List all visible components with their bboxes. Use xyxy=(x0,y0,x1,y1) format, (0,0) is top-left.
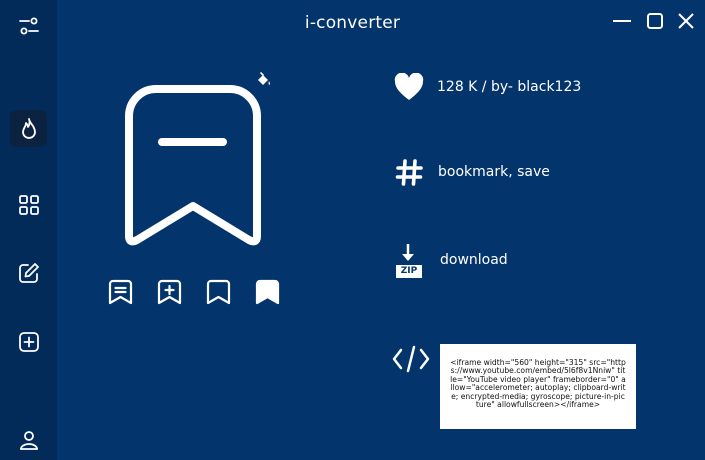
maximize-button[interactable] xyxy=(645,11,665,35)
close-icon xyxy=(678,13,694,29)
code-icon xyxy=(392,345,430,373)
zip-label: ZIP xyxy=(396,265,422,278)
bookmark-lines-icon[interactable] xyxy=(108,279,133,306)
user-icon xyxy=(19,430,38,450)
download-arrow-icon xyxy=(402,244,414,261)
bookmark-minus-icon xyxy=(125,85,261,246)
grid-icon xyxy=(18,194,39,215)
icon-variants xyxy=(108,279,304,306)
sidebar xyxy=(0,0,57,460)
sidebar-item-trending[interactable] xyxy=(10,110,47,147)
heart-icon xyxy=(394,73,424,100)
bookmark-filled-icon[interactable] xyxy=(255,279,280,306)
download-link[interactable]: download xyxy=(440,252,508,268)
sidebar-item-add[interactable] xyxy=(10,323,47,360)
minimize-button[interactable] xyxy=(612,11,632,35)
add-icon xyxy=(18,331,39,352)
sidebar-item-edit[interactable] xyxy=(10,254,47,291)
app-title: i-converter xyxy=(304,13,401,33)
maximize-icon xyxy=(647,13,663,29)
edit-icon xyxy=(18,262,39,283)
bookmark-outline-icon[interactable] xyxy=(206,279,231,306)
minimize-icon xyxy=(613,20,631,22)
tags-text: bookmark, save xyxy=(438,164,550,180)
sidebar-item-profile[interactable] xyxy=(10,421,47,458)
close-button[interactable] xyxy=(676,11,696,35)
fire-icon xyxy=(21,117,36,139)
hashtag-icon xyxy=(395,159,423,186)
bookmark-plus-icon[interactable] xyxy=(157,279,182,306)
likes-author-text: 128 K / by- black123 xyxy=(437,79,582,95)
sidebar-item-grid[interactable] xyxy=(10,186,47,223)
embed-code-box[interactable]: <iframe width="560" height="315" src="ht… xyxy=(440,344,636,429)
